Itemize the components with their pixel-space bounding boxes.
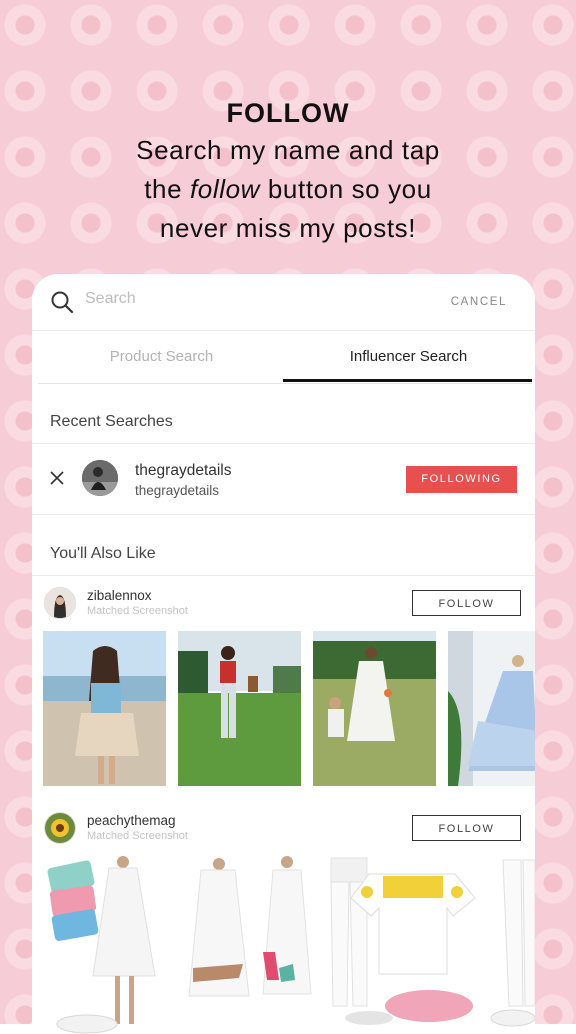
- following-button[interactable]: FOLLOWING: [406, 466, 517, 493]
- active-tab-indicator: [283, 379, 532, 382]
- influencer-name[interactable]: zibalennox: [87, 588, 152, 603]
- follow-button[interactable]: FOLLOW: [412, 815, 521, 841]
- cancel-button[interactable]: CANCEL: [451, 296, 507, 308]
- avatar[interactable]: [44, 812, 76, 844]
- recent-search-item[interactable]: thegraydetails thegraydetails FOLLOWING: [32, 444, 535, 514]
- post-thumbnail[interactable]: [313, 631, 436, 786]
- product-collage[interactable]: [43, 856, 535, 1034]
- promo-heading: FOLLOW: [226, 98, 350, 128]
- tab-influencer-search[interactable]: Influencer Search: [285, 330, 532, 383]
- influencer-subtitle: Matched Screenshot: [87, 830, 188, 842]
- search-input[interactable]: [83, 289, 367, 309]
- influencer-subtitle: Matched Screenshot: [87, 605, 188, 617]
- tab-product-search[interactable]: Product Search: [38, 330, 285, 383]
- close-icon[interactable]: [50, 471, 64, 485]
- follow-button[interactable]: FOLLOW: [412, 590, 521, 616]
- promo-line-3: never miss my posts!: [159, 213, 417, 243]
- influencer-name[interactable]: peachythemag: [87, 813, 176, 828]
- promo-line-2-start: the: [144, 174, 190, 204]
- post-thumbnail[interactable]: [178, 631, 301, 786]
- influencer-card: peachythemag Matched Screenshot FOLLOW: [32, 802, 535, 1034]
- promo-line-2: the follow button so you: [0, 171, 576, 208]
- search-icon[interactable]: [50, 290, 74, 314]
- product-collage-image: [43, 856, 535, 1034]
- recent-searches-title: Recent Searches: [50, 413, 173, 430]
- post-thumbnails: [43, 631, 535, 786]
- promo-line-1: Search my name and tap: [136, 135, 440, 165]
- recent-user-handle: thegraydetails: [135, 483, 220, 498]
- promo-text: FOLLOW Search my name and tap the follow…: [0, 96, 576, 247]
- search-bar: CANCEL: [32, 274, 535, 331]
- avatar[interactable]: [44, 587, 76, 619]
- divider: [32, 514, 535, 515]
- promo-line-2-end: button so you: [260, 174, 432, 204]
- post-thumbnail[interactable]: [43, 631, 166, 786]
- divider: [32, 575, 535, 576]
- avatar[interactable]: [82, 460, 118, 496]
- search-tabs: Product Search Influencer Search: [38, 330, 532, 384]
- promo-line-2-emphasis: follow: [189, 174, 261, 204]
- also-like-title: You'll Also Like: [50, 545, 156, 562]
- app-search-screen: CANCEL Product Search Influencer Search …: [32, 274, 535, 1034]
- recent-user-name[interactable]: thegraydetails: [135, 462, 232, 480]
- post-thumbnail[interactable]: [448, 631, 535, 786]
- influencer-card: zibalennox Matched Screenshot FOLLOW: [32, 577, 535, 792]
